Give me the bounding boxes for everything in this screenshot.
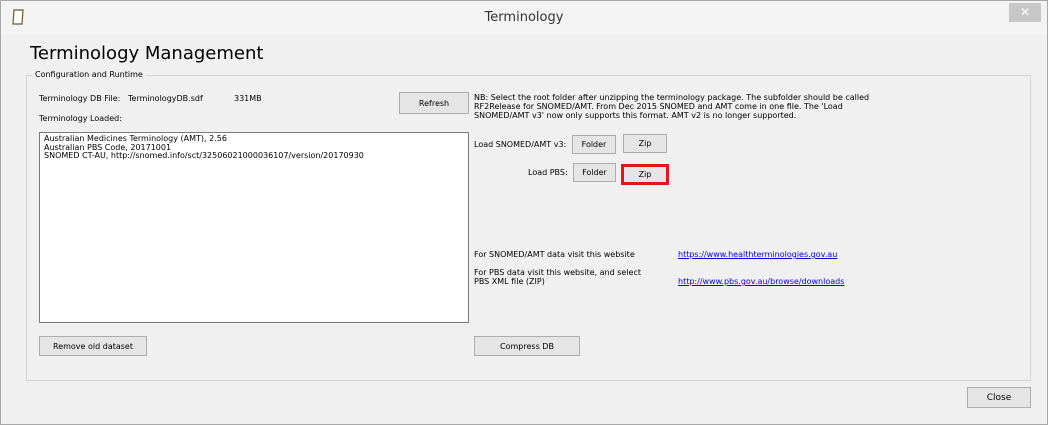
pbs-zip-button[interactable]: Zip [621, 164, 669, 185]
snomed-website-text: For SNOMED/AMT data visit this website [474, 250, 635, 259]
snomed-zip-button[interactable]: Zip [623, 134, 667, 153]
terminology-loaded-label: Terminology Loaded: [39, 114, 122, 123]
window-close-button[interactable]: ✕ [1009, 3, 1041, 22]
terminology-window: Terminology ✕ Terminology Management Con… [0, 0, 1048, 425]
loaded-terminology-list[interactable]: Australian Medicines Terminology (AMT), … [39, 132, 469, 323]
db-file-label: Terminology DB File: [39, 94, 121, 103]
db-file-name: TerminologyDB.sdf [128, 94, 203, 103]
pbs-website-text-2: PBS XML file (ZIP) [474, 277, 545, 286]
list-item[interactable]: SNOMED CT-AU, http://snomed.info/sct/325… [44, 151, 464, 161]
db-file-size: 331MB [234, 94, 262, 103]
page-title: Terminology Management [30, 43, 264, 64]
notice-text: NB: Select the root folder after unzippi… [474, 93, 869, 120]
pbs-website-text-1: For PBS data visit this website, and sel… [474, 268, 642, 277]
notice-line: SNOMED/AMT v3' now only supports this fo… [474, 111, 797, 120]
configuration-group-label: Configuration and Runtime [32, 70, 146, 79]
window-title: Terminology [484, 10, 564, 25]
pbs-folder-button[interactable]: Folder [573, 163, 616, 182]
snomed-folder-button[interactable]: Folder [572, 135, 616, 154]
pbs-website-link[interactable]: http://www.pbs.gov.au/browse/downloads [678, 277, 844, 286]
compress-db-button[interactable]: Compress DB [474, 336, 580, 356]
notice-line: RF2Release for SNOMED/AMT. From Dec 2015… [474, 102, 843, 111]
snomed-website-link[interactable]: https://www.healthterminologies.gov.au [678, 250, 837, 259]
remove-old-dataset-button[interactable]: Remove old dataset [39, 336, 147, 356]
refresh-button[interactable]: Refresh [399, 92, 469, 114]
snomed-load-label: Load SNOMED/AMT v3: [474, 140, 567, 149]
title-bar: Terminology ✕ [1, 1, 1047, 35]
pbs-load-label: Load PBS: [528, 168, 568, 177]
close-button[interactable]: Close [967, 387, 1031, 408]
notice-line: NB: Select the root folder after unzippi… [474, 93, 870, 102]
